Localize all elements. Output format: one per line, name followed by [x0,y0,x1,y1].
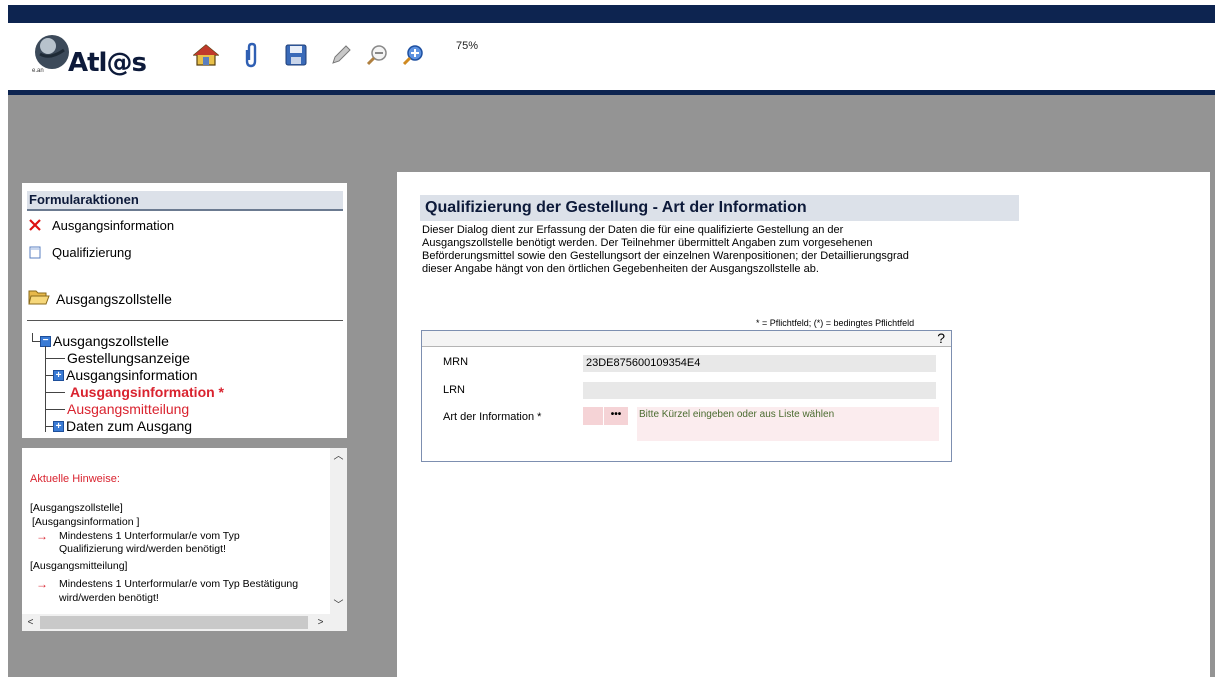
page-title: Qualifizierung der Gestellung - Art der … [420,195,1019,221]
scroll-down-icon[interactable]: ﹀ [330,597,347,614]
scrollbar-thumb[interactable] [40,616,308,629]
tree-connector [45,409,65,410]
attach-icon [245,42,257,68]
action-label: Qualifizierung [52,244,132,260]
folder-label: Ausgangszollstelle [56,291,172,307]
art-select-button[interactable]: ••• [604,407,628,425]
form-actions-title: Formularaktionen [27,191,343,211]
edit-button[interactable] [327,41,355,69]
tree-node-ausgangsinformation[interactable]: + Ausgangsinformation [53,367,198,384]
tree-node-label: Ausgangsinformation [66,367,198,383]
pencil-icon [332,45,351,64]
arrow-right-icon: → [36,529,48,543]
zoom-out-icon [366,45,387,66]
tree-node-label: Ausgangszollstelle [53,333,169,349]
mrn-field[interactable]: 23DE875600109354E4 [583,355,936,372]
hint-text: [Ausgangszollstelle] [30,502,123,514]
save-button[interactable] [282,41,310,69]
tree-node-label: Gestellungsanzeige [67,350,190,366]
document-icon [28,245,42,259]
attach-button[interactable] [237,41,265,69]
tree-node-daten-zum-ausgang[interactable]: + Daten zum Ausgang [53,418,192,435]
zoom-in-button[interactable] [399,41,427,69]
tree-node-label: Daten zum Ausgang [66,418,193,434]
hint-text: Qualifizierung wird/werden benötigt! [59,543,226,555]
toolbar [192,40,444,70]
zoom-in-icon [402,45,423,66]
scroll-left-icon[interactable]: < [22,614,39,631]
art-code-input[interactable] [583,407,603,425]
atlas-logo: Atl@s e.an [30,30,147,80]
art-description: Bitte Kürzel eingeben oder aus Liste wäh… [637,407,939,441]
tree-connector [45,358,65,359]
description-line: Beförderungsmittel sowie den Gestellungs… [422,250,909,262]
hints-panel: Aktuelle Hinweise: [Ausgangszollstelle] … [22,448,347,631]
tree-node-ausgangsmitteilung[interactable]: Ausgangsmitteilung [67,401,189,418]
action-label: Ausgangsinformation [52,217,175,233]
open-folder-icon [28,290,50,305]
tree-connector [32,333,33,341]
form-actions-panel: Formularaktionen Ausgangsinformation Qua… [22,183,347,438]
top-bar [8,5,1215,23]
action-qualifizierung[interactable]: Qualifizierung [28,243,132,261]
form-header: ? [422,330,951,347]
expand-icon[interactable]: + [53,421,64,432]
hint-text: [Ausgangsmitteilung] [30,560,128,572]
logo-text: Atl@s [68,48,147,78]
form-box: ? MRN 23DE875600109354E4 LRN Art der Inf… [421,330,952,462]
description-line: dieser Angabe hängt von den örtlichen Ge… [422,263,819,275]
tree-connector [45,375,53,376]
required-field-legend: * = Pflichtfeld; (*) = bedingtes Pflicht… [756,318,915,328]
tree-node-label: Ausgangsinformation * [70,384,225,400]
horizontal-scrollbar[interactable]: < > [22,614,347,631]
main-content: Qualifizierung der Gestellung - Art der … [397,172,1210,677]
app-header [8,23,1215,90]
home-icon [193,44,219,66]
page-description: Dieser Dialog dient zur Erfassung der Da… [422,224,982,276]
hints-content: Aktuelle Hinweise: [Ausgangszollstelle] … [22,448,330,614]
help-button[interactable]: ? [937,330,945,346]
expand-icon[interactable]: + [53,370,64,381]
zoom-out-button[interactable] [363,41,391,69]
tree-connector [45,426,53,427]
hint-text: Mindestens 1 Unterformular/e vom Typ [59,530,240,542]
delete-x-icon [28,218,42,232]
lrn-field[interactable] [583,382,936,399]
hints-title: Aktuelle Hinweise: [30,473,120,485]
tree-node-label: Ausgangsmitteilung [67,401,190,417]
folder-ausgangszollstelle[interactable]: Ausgangszollstelle [28,287,172,307]
action-ausgangsinformation[interactable]: Ausgangsinformation [28,216,174,234]
lrn-label: LRN [443,384,466,396]
scroll-right-icon[interactable]: > [312,614,329,631]
tree-node-ausgangsinformation-active[interactable]: Ausgangsinformation * [70,384,224,401]
description-line: Ausgangszollstelle benötigt werden. Der … [422,237,873,249]
home-button[interactable] [192,41,220,69]
save-icon [285,44,307,66]
tree-node-ausgangszollstelle[interactable]: − Ausgangszollstelle [40,333,169,350]
vertical-scrollbar[interactable]: ︿ ﹀ [330,448,347,614]
zoom-level: 75% [456,40,479,52]
logo-subtext: e.an [32,68,44,74]
hint-text: [Ausgangsinformation ] [32,516,140,528]
description-line: Dieser Dialog dient zur Erfassung der Da… [422,224,844,236]
arrow-right-icon: → [36,577,48,591]
scroll-up-icon[interactable]: ︿ [330,448,347,465]
tree-connector [45,392,65,393]
hint-text: Mindestens 1 Unterformular/e vom Typ Bes… [59,578,299,590]
divider [27,320,343,321]
art-der-information-label: Art der Information * [443,411,542,423]
hint-text: wird/werden benötigt! [59,592,159,604]
tree-node-gestellungsanzeige[interactable]: Gestellungsanzeige [67,350,190,367]
mrn-label: MRN [443,356,469,368]
tree-connector [32,341,40,342]
